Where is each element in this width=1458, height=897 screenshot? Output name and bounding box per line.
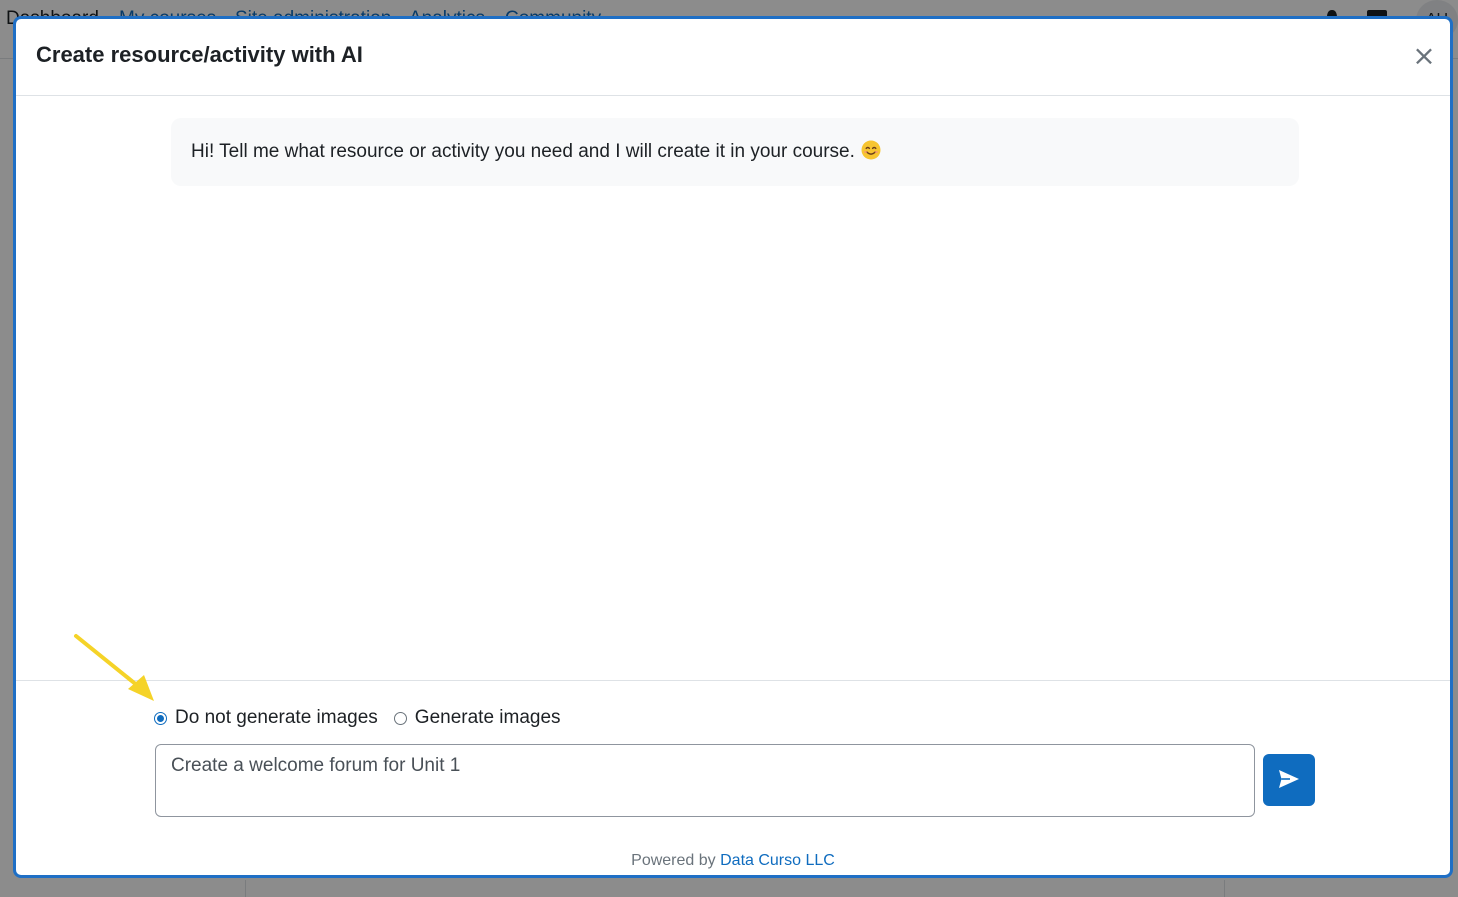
bot-message: Hi! Tell me what resource or activity yo… xyxy=(171,118,1299,186)
smiling-face-icon xyxy=(861,140,881,160)
modal-header: Create resource/activity with AI × xyxy=(16,19,1450,96)
image-options: Do not generate images Generate images xyxy=(154,707,577,729)
bot-message-text: Hi! Tell me what resource or activity yo… xyxy=(191,141,855,162)
radio-generate-images[interactable]: Generate images xyxy=(393,707,561,729)
send-button[interactable] xyxy=(1263,754,1315,806)
radio-generate-images-label: Generate images xyxy=(414,707,561,728)
company-link[interactable]: Data Curso LLC xyxy=(720,852,835,869)
composer-area: Do not generate images Generate images P… xyxy=(16,680,1450,875)
radio-button-checked[interactable] xyxy=(154,711,167,725)
radio-button-unchecked[interactable] xyxy=(393,711,407,725)
chat-area: Hi! Tell me what resource or activity yo… xyxy=(16,97,1450,680)
radio-no-images[interactable]: Do not generate images xyxy=(154,707,378,729)
modal-title: Create resource/activity with AI xyxy=(36,42,363,67)
radio-no-images-label: Do not generate images xyxy=(175,707,378,728)
prompt-input[interactable] xyxy=(155,744,1255,817)
send-icon xyxy=(1278,769,1300,792)
powered-by-text: Powered by xyxy=(631,852,716,869)
close-button[interactable]: × xyxy=(1412,41,1436,71)
powered-by: Powered by Data Curso LLC xyxy=(16,852,1450,870)
ai-create-modal: Create resource/activity with AI × Hi! T… xyxy=(13,16,1453,878)
